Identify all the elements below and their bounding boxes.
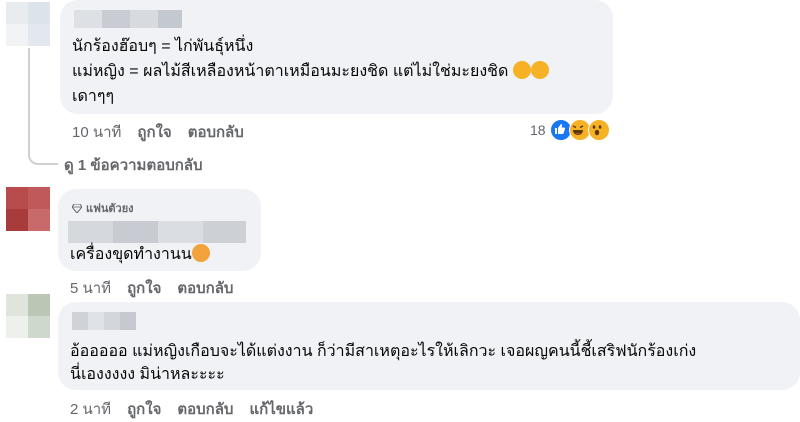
comment-text-line: เครื่องขุดทำงานน [70,243,210,266]
comment-text-line: อ้อออออ แม่หญิงเกือบจะได้แต่งงาน ก็ว่ามี… [70,343,697,360]
avatar[interactable] [6,2,50,46]
reply-button[interactable]: ตอบกลับ [188,120,244,144]
comment-text-line: แม่หญิง = ผลไม้สีเหลืองหน้าตาเหมือนมะยงช… [72,60,549,83]
comment-text-line: นี่เองงงงง มิน่าหละะะะ [70,366,225,383]
top-fan-badge: แฟนตัวยง [72,199,134,217]
like-button[interactable]: ถูกใจ [137,120,171,144]
pleading-emoji-icon [191,244,210,262]
like-button[interactable]: ถูกใจ [127,397,161,421]
comment-text-line: นักร้องฮ๊อบๆ = ไก่พันธุ์หนึ่ง [72,38,254,55]
commenter-name-blurred[interactable] [74,10,182,28]
badge-label: แฟนตัวยง [86,203,134,215]
comment-time[interactable]: 10 นาที [72,120,121,144]
reply-button[interactable]: ตอบกลับ [177,397,233,421]
comment-time[interactable]: 5 นาที [70,276,111,300]
comment-actions: 5 นาที ถูกใจ ตอบกลับ [70,276,233,300]
comment-text-line: เดาๆๆ [72,88,115,105]
edited-label[interactable]: แก้ไขแล้ว [249,397,313,421]
thinking-emoji-icon [512,61,531,79]
reply-thread-line [28,48,58,165]
reaction-count: 18 [530,122,546,138]
comment-time[interactable]: 2 นาที [70,397,111,421]
commenter-name-blurred[interactable] [68,221,246,243]
avatar[interactable] [6,187,50,231]
commenter-name-blurred[interactable] [72,312,136,330]
view-replies-link[interactable]: ดู 1 ข้อความตอบกลับ [64,153,203,177]
comment-actions: 2 นาที ถูกใจ ตอบกลับ แก้ไขแล้ว [70,397,313,421]
like-button[interactable]: ถูกใจ [127,276,161,300]
comment-actions: 10 นาที ถูกใจ ตอบกลับ [72,120,244,144]
reply-button[interactable]: ตอบกลับ [177,276,233,300]
avatar[interactable] [6,294,50,338]
wow-reaction-icon [587,119,610,141]
thinking-emoji-icon [530,61,549,79]
diamond-icon [72,203,82,213]
reaction-summary[interactable]: 18 [530,119,610,141]
